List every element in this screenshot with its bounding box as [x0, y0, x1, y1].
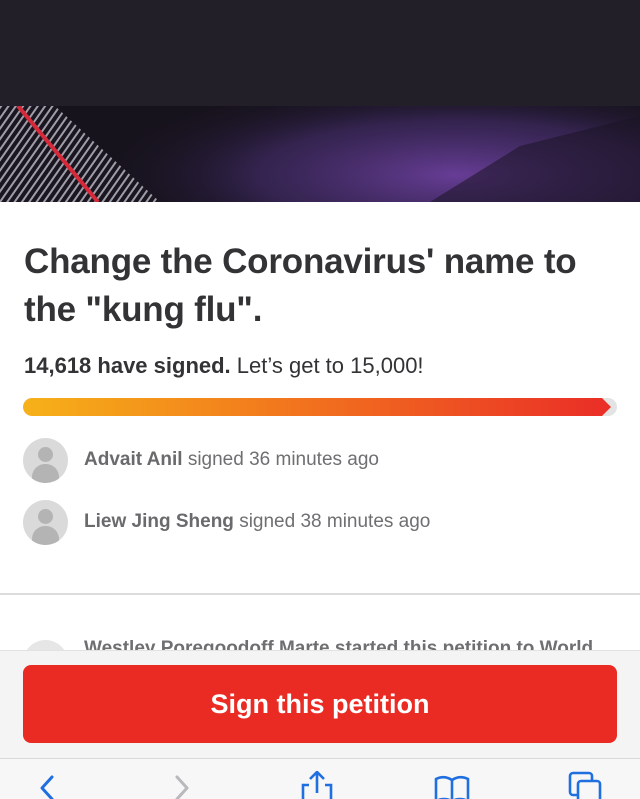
signature-count-line: 14,618 have signed. Let’s get to 15,000!: [24, 351, 424, 381]
progress-fill: [23, 398, 602, 416]
goal-text: Let’s get to 15,000!: [236, 353, 424, 378]
petition-starter-line: Westley Poregoodoff Marte started this p…: [23, 632, 623, 652]
sign-petition-button[interactable]: Sign this petition: [23, 665, 617, 743]
petition-title: Change the Coronavirus' name to the "kun…: [24, 242, 577, 329]
avatar: [23, 437, 68, 483]
tabs-icon[interactable]: [566, 771, 606, 799]
bookmarks-icon[interactable]: [432, 771, 472, 799]
hero-image: [0, 106, 640, 202]
browser-toolbar: [0, 758, 640, 799]
forward-icon[interactable]: [162, 771, 202, 799]
signer-name: Advait Anil: [84, 449, 183, 470]
signature-progress-bar: [23, 398, 617, 416]
recent-signer: Liew Jing Sheng signed 38 minutes ago: [23, 499, 430, 545]
section-divider: [0, 593, 640, 595]
signed-count: 14,618 have signed.: [24, 353, 231, 378]
back-icon[interactable]: [28, 771, 68, 799]
signer-action: signed 36 minutes ago: [187, 449, 379, 470]
progress-tip: [602, 398, 611, 416]
recent-signer: Advait Anil signed 36 minutes ago: [23, 437, 379, 483]
signer-name: Liew Jing Sheng: [84, 511, 234, 532]
signer-action: signed 38 minutes ago: [239, 511, 431, 532]
top-dark-bar: [0, 0, 640, 106]
share-icon[interactable]: [297, 771, 337, 799]
avatar: [23, 499, 68, 545]
